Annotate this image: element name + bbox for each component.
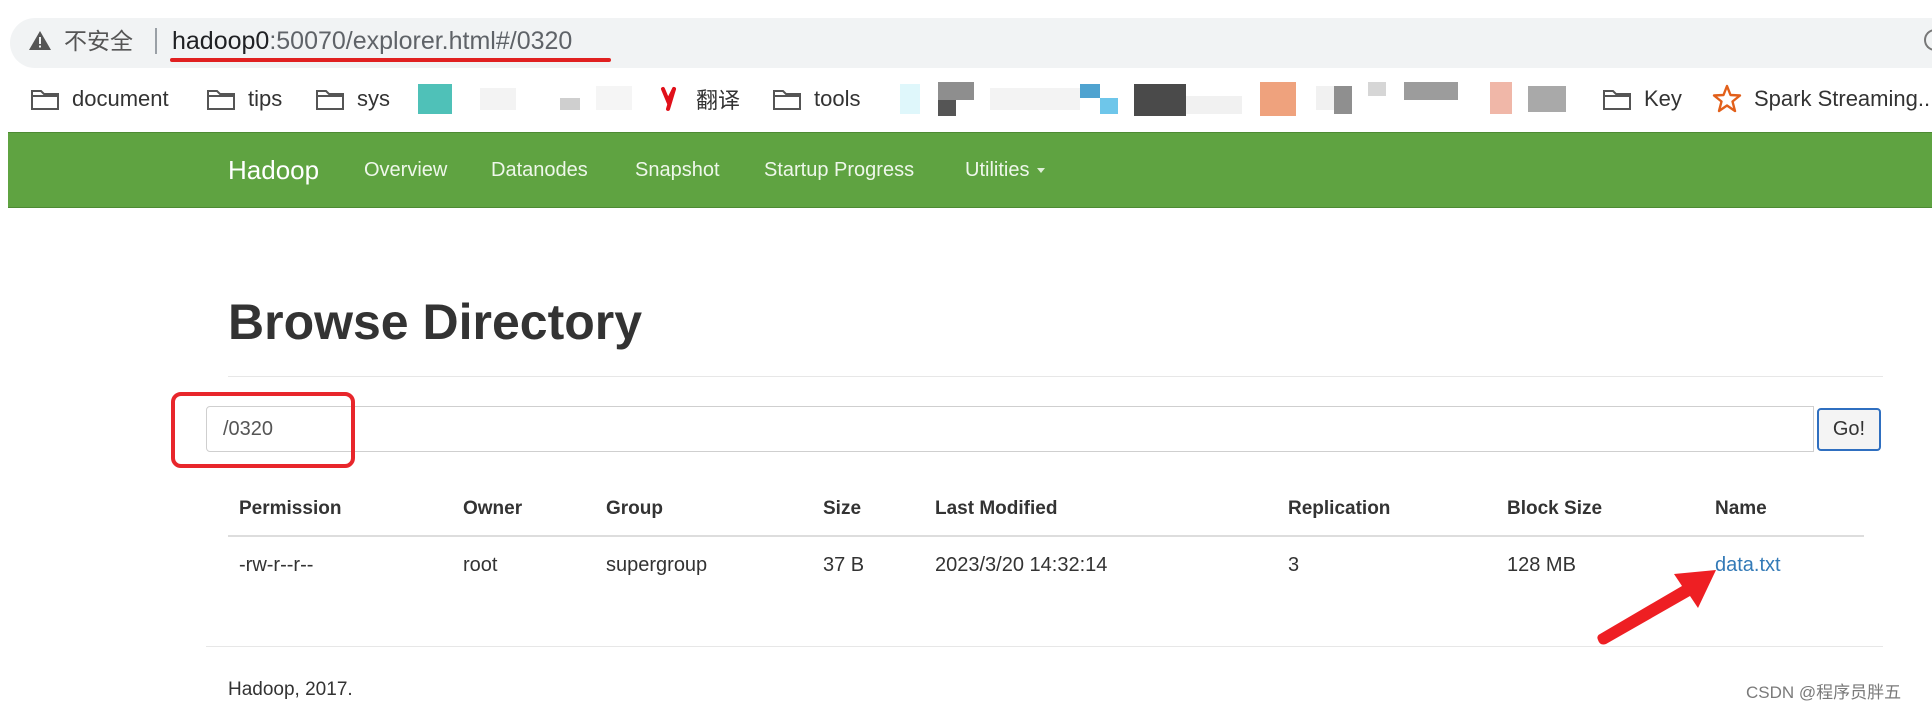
nav-snapshot[interactable]: Snapshot bbox=[635, 133, 720, 207]
bookmark-translate[interactable]: 翻译 bbox=[660, 76, 740, 122]
cell-replication: 3 bbox=[1288, 554, 1300, 576]
header-size[interactable]: Size bbox=[823, 494, 861, 524]
blurred-bookmark[interactable] bbox=[1404, 82, 1458, 100]
cell-block-size: 128 MB bbox=[1507, 554, 1576, 576]
bookmark-label: Key bbox=[1644, 86, 1682, 111]
blurred-bookmark[interactable] bbox=[1186, 96, 1242, 114]
bookmarks-bar: document tips sys 翻译 tools Key Spark Str… bbox=[0, 76, 1932, 122]
blurred-bookmark[interactable] bbox=[900, 84, 920, 114]
page-title: Browse Directory bbox=[228, 294, 643, 350]
folder-icon bbox=[1603, 90, 1631, 110]
nav-utilities-label: Utilities bbox=[965, 159, 1030, 181]
header-owner[interactable]: Owner bbox=[463, 494, 522, 524]
bookmark-tools[interactable]: tools bbox=[772, 76, 860, 122]
bookmark-label: 翻译 bbox=[696, 88, 741, 113]
bookmark-label: tools bbox=[814, 86, 861, 111]
bookmark-sys[interactable]: sys bbox=[315, 76, 390, 122]
annotation-arrow bbox=[1597, 570, 1716, 645]
blurred-bookmark[interactable] bbox=[938, 100, 956, 116]
nav-utilities[interactable]: Utilities bbox=[965, 133, 1046, 207]
url-host: hadoop0 bbox=[172, 27, 270, 55]
blurred-bookmark[interactable] bbox=[1080, 84, 1100, 98]
blurred-bookmark[interactable] bbox=[990, 88, 1080, 110]
blurred-bookmark[interactable] bbox=[1368, 82, 1386, 96]
bookmark-label: sys bbox=[357, 86, 390, 111]
youdao-icon bbox=[661, 87, 676, 111]
header-name[interactable]: Name bbox=[1715, 494, 1767, 524]
url-rest: :50070/explorer.html#/0320 bbox=[269, 27, 573, 55]
cell-size: 37 B bbox=[823, 554, 865, 576]
cell-last-modified: 2023/3/20 14:32:14 bbox=[935, 554, 1108, 576]
bookmark-label: tips bbox=[248, 86, 283, 111]
divider bbox=[228, 376, 1883, 377]
blurred-bookmark[interactable] bbox=[480, 88, 516, 110]
bookmark-label: Spark Streaming... bbox=[1754, 86, 1932, 111]
caret-down-icon bbox=[1037, 168, 1046, 174]
header-block-size[interactable]: Block Size bbox=[1507, 494, 1602, 524]
folder-icon bbox=[31, 90, 59, 110]
bookmark-key[interactable]: Key bbox=[1602, 76, 1682, 122]
blurred-bookmark[interactable] bbox=[1260, 82, 1296, 116]
navbar-brand[interactable]: Hadoop bbox=[228, 133, 319, 207]
folder-icon bbox=[773, 90, 801, 110]
footer-divider bbox=[206, 646, 1883, 647]
top-navbar: Hadoop Overview Datanodes Snapshot Start… bbox=[8, 132, 1932, 208]
folder-icon bbox=[316, 90, 344, 110]
csdn-watermark: CSDN @程序员胖五 bbox=[1746, 683, 1902, 702]
warning-icon bbox=[29, 31, 51, 50]
cell-permission: -rw-r--r-- bbox=[239, 554, 314, 576]
blurred-bookmark[interactable] bbox=[938, 82, 974, 100]
url-text[interactable]: hadoop0:50070/explorer.html#/0320 bbox=[172, 25, 572, 57]
bookmark-document[interactable]: document bbox=[30, 76, 169, 122]
directory-path-input[interactable]: /0320 bbox=[206, 406, 1814, 452]
annotation-highlight-box bbox=[171, 392, 355, 468]
bookmark-label: document bbox=[72, 86, 169, 111]
header-group[interactable]: Group bbox=[606, 494, 663, 524]
bookmark-spark-streaming[interactable]: Spark Streaming... bbox=[1712, 76, 1932, 122]
cell-owner: root bbox=[463, 554, 498, 576]
blurred-bookmark-icon[interactable] bbox=[418, 84, 452, 114]
header-permission[interactable]: Permission bbox=[239, 494, 341, 524]
blurred-bookmark[interactable] bbox=[1100, 98, 1118, 114]
bookmark-tips[interactable]: tips bbox=[206, 76, 282, 122]
blurred-bookmark[interactable] bbox=[1490, 82, 1512, 114]
footer-text: Hadoop, 2017. bbox=[228, 679, 353, 700]
folder-icon bbox=[207, 90, 235, 110]
cell-group: supergroup bbox=[606, 554, 708, 576]
blurred-bookmark[interactable] bbox=[560, 98, 580, 110]
nav-startup-progress[interactable]: Startup Progress bbox=[764, 133, 914, 207]
security-label[interactable]: 不安全 bbox=[64, 25, 133, 57]
blurred-bookmark[interactable] bbox=[1334, 86, 1352, 114]
blurred-bookmark[interactable] bbox=[596, 86, 632, 110]
header-last-modified[interactable]: Last Modified bbox=[935, 494, 1057, 524]
file-link-data-txt[interactable]: data.txt bbox=[1715, 550, 1781, 580]
go-button[interactable]: Go! bbox=[1817, 408, 1881, 451]
spark-star-icon bbox=[1712, 84, 1742, 113]
table-header-divider bbox=[228, 535, 1864, 537]
blurred-bookmark[interactable] bbox=[1134, 84, 1186, 116]
nav-datanodes[interactable]: Datanodes bbox=[491, 133, 588, 207]
header-replication[interactable]: Replication bbox=[1288, 494, 1390, 524]
url-separator bbox=[155, 28, 157, 54]
url-annotation-underline bbox=[170, 58, 611, 62]
nav-overview[interactable]: Overview bbox=[364, 133, 447, 207]
blurred-bookmark[interactable] bbox=[1528, 86, 1566, 112]
